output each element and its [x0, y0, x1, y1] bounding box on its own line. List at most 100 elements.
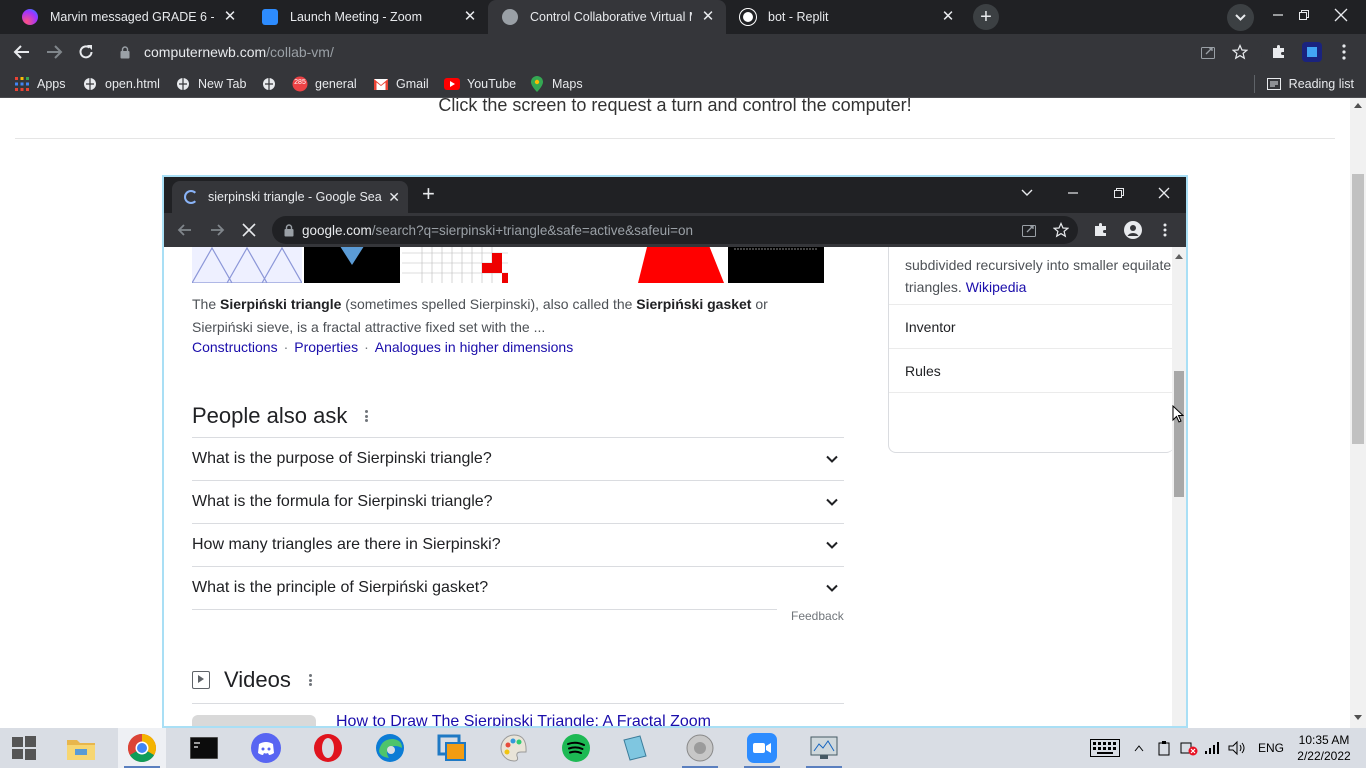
- paa-question[interactable]: What is the principle of Sierpiński gask…: [192, 566, 844, 609]
- close-window-button[interactable]: [1318, 0, 1364, 30]
- tab-messenger[interactable]: Marvin messaged GRADE 6 - JOY ✕: [8, 0, 248, 34]
- tray-network-error-icon[interactable]: [1180, 728, 1198, 768]
- scroll-down-icon[interactable]: [1354, 715, 1362, 720]
- forward-button[interactable]: [40, 38, 68, 66]
- discord-button[interactable]: [242, 728, 290, 768]
- reload-button[interactable]: [72, 38, 100, 66]
- sitelink-analogues[interactable]: Analogues in higher dimensions: [375, 339, 573, 355]
- keyboard-icon: [1090, 739, 1120, 757]
- new-tab-button[interactable]: +: [973, 4, 999, 30]
- vm-profile-button[interactable]: [1121, 218, 1145, 242]
- start-button[interactable]: [0, 728, 48, 768]
- page-scrollbar[interactable]: [1350, 98, 1366, 728]
- edge-button[interactable]: [366, 728, 414, 768]
- chrome-taskbar-button[interactable]: [118, 728, 166, 768]
- file-explorer-button[interactable]: [57, 728, 105, 768]
- vm-share-button[interactable]: [1017, 218, 1041, 242]
- spotify-button[interactable]: [552, 728, 600, 768]
- tray-volume-icon[interactable]: [1228, 728, 1246, 768]
- show-hidden-icons-button[interactable]: [1134, 728, 1144, 768]
- paa-question[interactable]: What is the purpose of Sierpinski triang…: [192, 437, 844, 480]
- sitelink-properties[interactable]: Properties: [294, 339, 358, 355]
- video-result-link[interactable]: How to Draw The Sierpinski Triangle: A F…: [336, 713, 711, 726]
- tab-zoom[interactable]: Launch Meeting - Zoom ✕: [248, 0, 488, 34]
- address-bar[interactable]: computernewb.com/collab-vm/: [110, 38, 1262, 66]
- image-thumbnail[interactable]: [630, 247, 726, 283]
- image-thumbnail[interactable]: [728, 247, 824, 283]
- paa-question[interactable]: What is the formula for Sierpinski trian…: [192, 480, 844, 523]
- paa-question[interactable]: How many triangles are there in Sierpins…: [192, 523, 844, 566]
- image-thumbnail[interactable]: [304, 247, 400, 283]
- more-vert-icon[interactable]: [365, 410, 369, 422]
- language-indicator[interactable]: ENG: [1258, 741, 1284, 755]
- image-thumbnail[interactable]: [510, 247, 628, 283]
- terminal-button[interactable]: [180, 728, 228, 768]
- feedback-link[interactable]: Feedback: [791, 609, 844, 623]
- close-icon[interactable]: ✕: [388, 189, 400, 206]
- bookmark-open-html[interactable]: open.html: [82, 75, 160, 93]
- close-icon[interactable]: ✕: [700, 9, 716, 25]
- vm-extensions-button[interactable]: [1089, 218, 1113, 242]
- vm-menu-button[interactable]: [1153, 218, 1177, 242]
- bookmark-maps[interactable]: Maps: [529, 75, 583, 93]
- video-thumbnail[interactable]: [192, 715, 316, 726]
- vm-tab-search-button[interactable]: [1010, 181, 1044, 205]
- vm-forward-button[interactable]: [205, 218, 229, 242]
- bookmark-star-button[interactable]: [1226, 38, 1254, 66]
- share-button[interactable]: [1194, 38, 1222, 66]
- profile-button[interactable]: [1298, 38, 1326, 66]
- scroll-up-icon[interactable]: [1354, 103, 1362, 108]
- vm-address-bar[interactable]: google.com/search?q=sierpinski+triangle&…: [272, 216, 1078, 244]
- vm-screen[interactable]: sierpinski triangle - Google Searc ✕ + g…: [162, 175, 1188, 728]
- opera-button[interactable]: [304, 728, 352, 768]
- monitor-app-button[interactable]: [800, 728, 848, 768]
- extensions-button[interactable]: [1265, 38, 1293, 66]
- scrollbar-thumb[interactable]: [1352, 174, 1364, 444]
- speaker-app-button[interactable]: [676, 728, 724, 768]
- notepad-button[interactable]: [610, 728, 658, 768]
- bookmark-gmail[interactable]: Gmail: [373, 75, 429, 93]
- vm-scrollbar[interactable]: [1172, 247, 1186, 726]
- people-also-ask-heading: People also ask: [192, 403, 369, 429]
- zoom-button[interactable]: [738, 728, 786, 768]
- reading-list-button[interactable]: Reading list: [1253, 75, 1354, 93]
- bookmark-general[interactable]: 285 general: [292, 75, 357, 93]
- tab-replit[interactable]: bot - Replit ✕: [726, 0, 966, 34]
- taskbar-clock[interactable]: 10:35 AM 2/22/2022: [1290, 732, 1358, 764]
- back-button[interactable]: [8, 38, 36, 66]
- vm-new-tab-button[interactable]: +: [422, 183, 435, 205]
- kp-row-inventor[interactable]: Inventor: [889, 304, 1175, 348]
- sitelink-constructions[interactable]: Constructions: [192, 339, 278, 355]
- tab-collabvm[interactable]: Control Collaborative Virtual Mac ✕: [488, 0, 726, 34]
- touch-keyboard-button[interactable]: [1090, 728, 1120, 768]
- paint-button[interactable]: [490, 728, 538, 768]
- separator: ·: [283, 339, 289, 355]
- tray-wifi-icon[interactable]: [1204, 728, 1220, 768]
- scrollbar-thumb[interactable]: [1174, 371, 1184, 497]
- scroll-up-icon[interactable]: [1175, 254, 1183, 259]
- sitelinks: Constructions · Properties · Analogues i…: [192, 339, 573, 355]
- close-icon[interactable]: ✕: [462, 9, 478, 25]
- vm-stop-button[interactable]: [237, 218, 261, 242]
- bookmark-globe[interactable]: [261, 75, 284, 93]
- bookmark-apps[interactable]: Apps: [14, 75, 66, 93]
- close-icon[interactable]: ✕: [222, 9, 238, 25]
- more-vert-icon[interactable]: [308, 674, 312, 686]
- vm-back-button[interactable]: [173, 218, 197, 242]
- kp-row-rules[interactable]: Rules: [889, 348, 1175, 392]
- tray-device-icon[interactable]: [1156, 728, 1172, 768]
- close-icon[interactable]: ✕: [940, 9, 956, 25]
- image-thumbnail[interactable]: [192, 247, 302, 283]
- vm-star-button[interactable]: [1049, 218, 1073, 242]
- vm-close-button[interactable]: [1147, 181, 1181, 205]
- vm-minimize-button[interactable]: [1056, 181, 1090, 205]
- bookmark-new-tab[interactable]: New Tab: [175, 75, 246, 93]
- image-thumbnail[interactable]: [402, 247, 508, 283]
- tab-search-button[interactable]: [1227, 4, 1254, 31]
- vm-tab-google-search[interactable]: sierpinski triangle - Google Searc ✕: [172, 181, 408, 213]
- bookmark-youtube[interactable]: YouTube: [444, 75, 516, 93]
- wikipedia-link[interactable]: Wikipedia: [966, 279, 1027, 295]
- chrome-menu-button[interactable]: [1330, 38, 1358, 66]
- app-window-button[interactable]: [428, 728, 476, 768]
- vm-restore-button[interactable]: [1102, 181, 1136, 205]
